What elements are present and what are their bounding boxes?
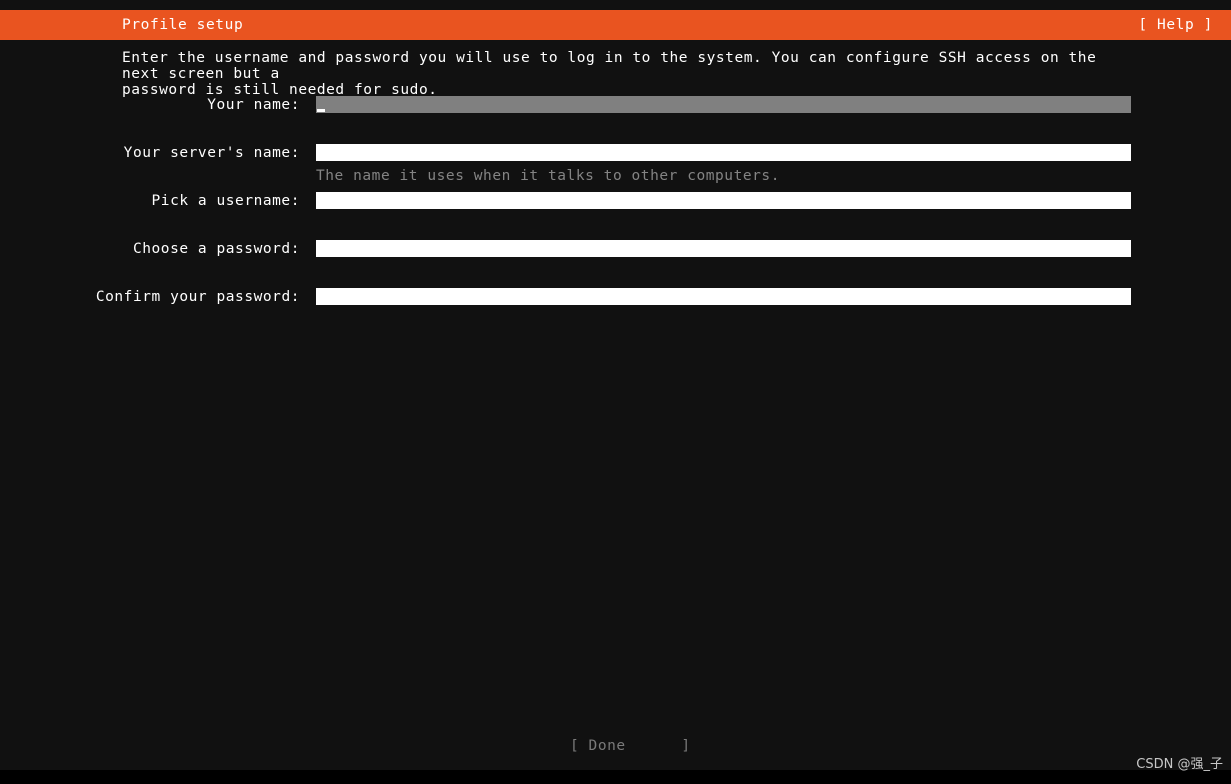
label-password: Choose a password:	[132, 241, 300, 257]
field-row-confirm-password: Confirm your password:	[0, 288, 1231, 306]
page-title: Profile setup	[122, 17, 244, 33]
input-username[interactable]	[316, 192, 1131, 209]
top-strip	[0, 0, 1231, 10]
header-bar: Profile setup [ Help ]	[0, 10, 1231, 40]
content-area: Enter the username and password you will…	[0, 40, 1231, 770]
done-button[interactable]: [ Done ]	[570, 738, 691, 754]
label-your-name: Your name:	[207, 97, 300, 113]
help-button[interactable]: [ Help ]	[1138, 17, 1213, 33]
field-row-username: Pick a username:	[0, 192, 1231, 210]
label-server-name: Your server's name:	[123, 145, 300, 161]
watermark: CSDN @强_子	[1136, 757, 1223, 772]
field-row-password: Choose a password:	[0, 240, 1231, 258]
input-your-name[interactable]	[316, 96, 1131, 113]
label-confirm-password: Confirm your password:	[95, 289, 300, 305]
input-server-name[interactable]	[316, 144, 1131, 161]
field-row-your-name: Your name:	[0, 96, 1231, 114]
field-row-server-name: Your server's name:	[0, 144, 1231, 162]
input-confirm-password[interactable]	[316, 288, 1131, 305]
installer-screen: Profile setup [ Help ] Enter the usernam…	[0, 0, 1231, 784]
bottom-strip	[0, 770, 1231, 784]
input-password[interactable]	[316, 240, 1131, 257]
hint-server-name: The name it uses when it talks to other …	[316, 168, 780, 184]
description-text: Enter the username and password you will…	[122, 50, 1097, 98]
label-username: Pick a username:	[151, 193, 300, 209]
text-cursor	[317, 109, 325, 112]
